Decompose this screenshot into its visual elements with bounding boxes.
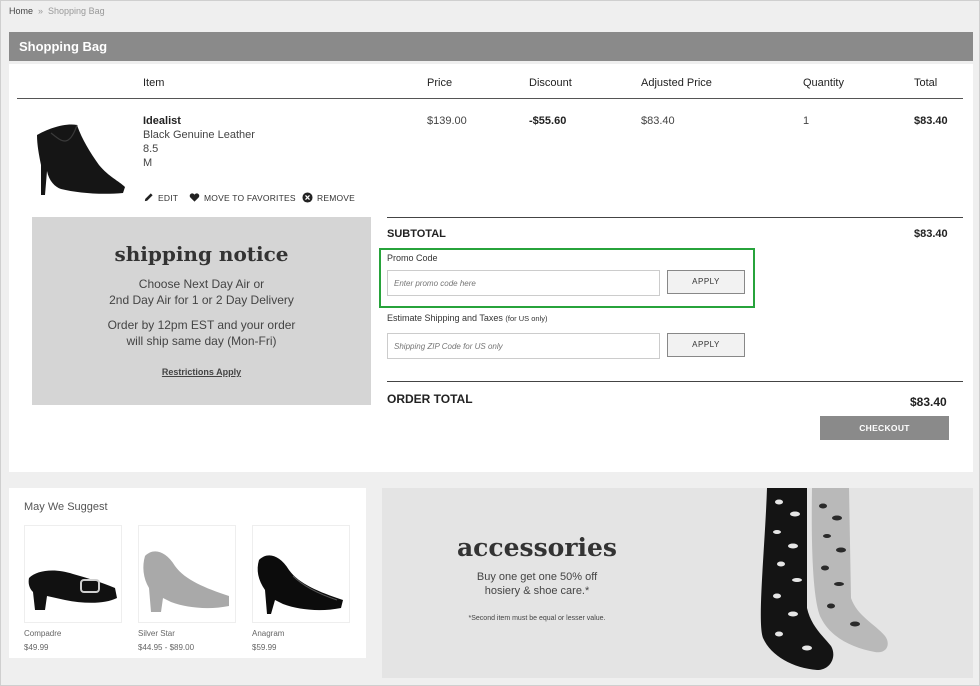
- suggested-product-compadre[interactable]: Compadre $49.99: [24, 525, 122, 652]
- breadcrumb-home-link[interactable]: Home: [9, 6, 33, 16]
- heart-icon: [189, 193, 200, 202]
- accessories-offer-line-2: hosiery & shoe care.*: [484, 585, 590, 597]
- may-we-suggest-title: May We Suggest: [24, 501, 108, 513]
- subtotal-divider: [387, 217, 963, 218]
- page-title: Shopping Bag: [19, 39, 108, 54]
- edit-action[interactable]: EDIT: [143, 192, 178, 203]
- column-header-discount: Discount: [529, 77, 572, 89]
- suggested-product-silver-star[interactable]: Silver Star $44.95 - $89.00: [138, 525, 236, 652]
- item-color: Black Genuine Leather: [143, 129, 255, 141]
- estimate-shipping-text: Estimate Shipping and Taxes: [387, 313, 503, 323]
- move-to-favorites-action[interactable]: MOVE TO FAVORITES: [189, 192, 296, 203]
- product-price-silver-star: $44.95 - $89.00: [138, 643, 195, 652]
- column-header-adjusted-price: Adjusted Price: [641, 77, 712, 89]
- remove-action[interactable]: REMOVE: [302, 192, 355, 203]
- remove-x-circle-icon: [302, 192, 313, 203]
- product-image-idealist[interactable]: [31, 115, 127, 201]
- socks-image: [760, 488, 888, 670]
- anagram-shoe-image: [257, 555, 343, 614]
- breadcrumb: Home » Shopping Bag: [9, 6, 105, 16]
- estimate-shipping-note: (for US only): [505, 314, 548, 323]
- remove-label: REMOVE: [317, 192, 356, 203]
- accessories-title: accessories: [456, 533, 618, 562]
- shipping-notice-line-4: will ship same day (Mon-Fri): [126, 334, 277, 348]
- silver-star-shoe-image: [143, 551, 229, 612]
- breadcrumb-separator: »: [38, 6, 44, 16]
- edit-label: EDIT: [158, 192, 179, 203]
- item-quantity: 1: [803, 115, 810, 127]
- suggested-product-anagram[interactable]: Anagram $59.99: [252, 525, 350, 652]
- may-we-suggest-panel: May We Suggest Compadre $49.99 Silver St…: [9, 488, 366, 658]
- checkout-button[interactable]: CHECKOUT: [820, 416, 949, 440]
- product-name-anagram[interactable]: Anagram: [252, 629, 350, 638]
- restrictions-apply-link[interactable]: Restrictions Apply: [32, 367, 371, 377]
- zip-apply-button[interactable]: APPLY: [667, 333, 745, 357]
- accessories-promo-banner[interactable]: accessories Buy one get one 50% off hosi…: [382, 488, 973, 678]
- accessories-fine-print: *Second item must be equal or lesser val…: [468, 615, 606, 622]
- item-adjusted-price: $83.40: [641, 115, 675, 127]
- product-image-silver-star[interactable]: [138, 525, 236, 623]
- product-image-compadre[interactable]: [24, 525, 122, 623]
- shipping-notice-line-2: 2nd Day Air for 1 or 2 Day Delivery: [109, 293, 294, 307]
- order-total-value: $83.40: [910, 395, 947, 409]
- order-total-divider: [387, 381, 963, 382]
- pencil-icon: [144, 193, 153, 202]
- item-name[interactable]: Idealist: [143, 115, 181, 127]
- move-to-favorites-label: MOVE TO FAVORITES: [204, 192, 296, 203]
- shipping-notice-line-3: Order by 12pm EST and your order: [107, 318, 296, 332]
- column-header-item: Item: [143, 77, 165, 89]
- promo-apply-button[interactable]: APPLY: [667, 270, 745, 294]
- shipping-notice-banner: shipping notice Choose Next Day Air or 2…: [32, 217, 371, 405]
- shipping-notice-title: shipping notice: [114, 242, 289, 266]
- column-header-price: Price: [427, 77, 453, 89]
- bag-content: Item Price Discount Adjusted Price Quant…: [17, 71, 965, 464]
- item-width: M: [143, 157, 153, 169]
- accessories-offer-line-1: Buy one get one 50% off: [476, 571, 598, 583]
- product-price-anagram: $59.99: [252, 643, 277, 652]
- column-header-quantity: Quantity: [803, 77, 844, 89]
- subtotal-value: $83.40: [914, 228, 948, 240]
- product-name-compadre[interactable]: Compadre: [24, 629, 122, 638]
- promo-code-input[interactable]: [387, 270, 660, 296]
- item-price: $139.00: [427, 115, 467, 127]
- breadcrumb-current: Shopping Bag: [48, 6, 105, 16]
- item-size: 8.5: [143, 143, 159, 155]
- item-total: $83.40: [914, 115, 948, 127]
- page-title-bar: Shopping Bag: [9, 32, 973, 61]
- promo-code-label: Promo Code: [387, 253, 438, 263]
- order-total-label: ORDER TOTAL: [387, 392, 473, 406]
- shopping-bag-panel: Item Price Discount Adjusted Price Quant…: [9, 64, 973, 472]
- compadre-shoe-image: [28, 570, 117, 610]
- subtotal-label: SUBTOTAL: [387, 228, 446, 240]
- page-frame: Home » Shopping Bag Shopping Bag Item Pric…: [0, 0, 980, 686]
- column-header-total: Total: [914, 77, 938, 89]
- shipping-notice-line-1: Choose Next Day Air or: [138, 277, 265, 291]
- product-price-compadre: $49.99: [24, 643, 49, 652]
- item-discount: -$55.60: [529, 115, 567, 127]
- shipping-zip-input[interactable]: [387, 333, 660, 359]
- table-header-divider: [17, 98, 963, 99]
- estimate-shipping-label: Estimate Shipping and Taxes (for US only…: [387, 313, 548, 323]
- product-image-anagram[interactable]: [252, 525, 350, 623]
- product-name-silver-star[interactable]: Silver Star: [138, 629, 236, 638]
